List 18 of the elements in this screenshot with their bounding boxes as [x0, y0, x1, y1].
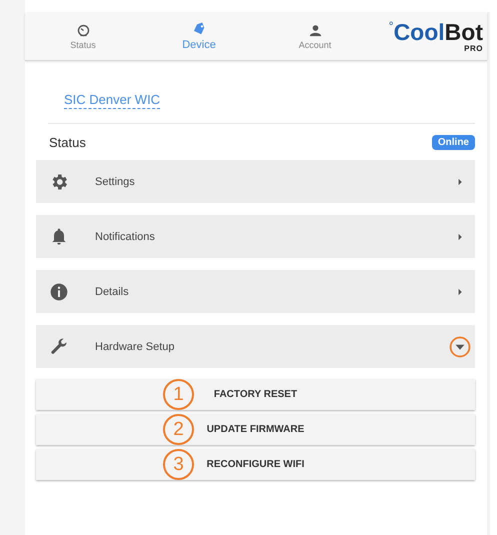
tag-icon	[192, 22, 206, 36]
status-label: Status	[49, 135, 86, 150]
status-badge: Online	[432, 135, 475, 150]
callout-number: 2	[163, 414, 194, 445]
logo-degree: °	[388, 20, 394, 32]
menu-item[interactable]: Notifications	[36, 215, 475, 258]
person-icon	[308, 22, 322, 38]
logo-text: Cool	[394, 20, 445, 44]
callout-number: 3	[163, 449, 194, 480]
menu-item[interactable]: Settings	[36, 160, 475, 203]
logo-subtitle: PRO	[464, 44, 483, 52]
callout-number: 1	[163, 379, 194, 410]
gauge-icon	[76, 22, 90, 38]
info-icon	[49, 282, 69, 302]
menu-item[interactable]: Details	[36, 270, 475, 313]
menu-item[interactable]: Hardware Setup	[36, 325, 475, 368]
logo-text: Bot	[444, 20, 483, 44]
wrench-icon	[49, 336, 69, 356]
